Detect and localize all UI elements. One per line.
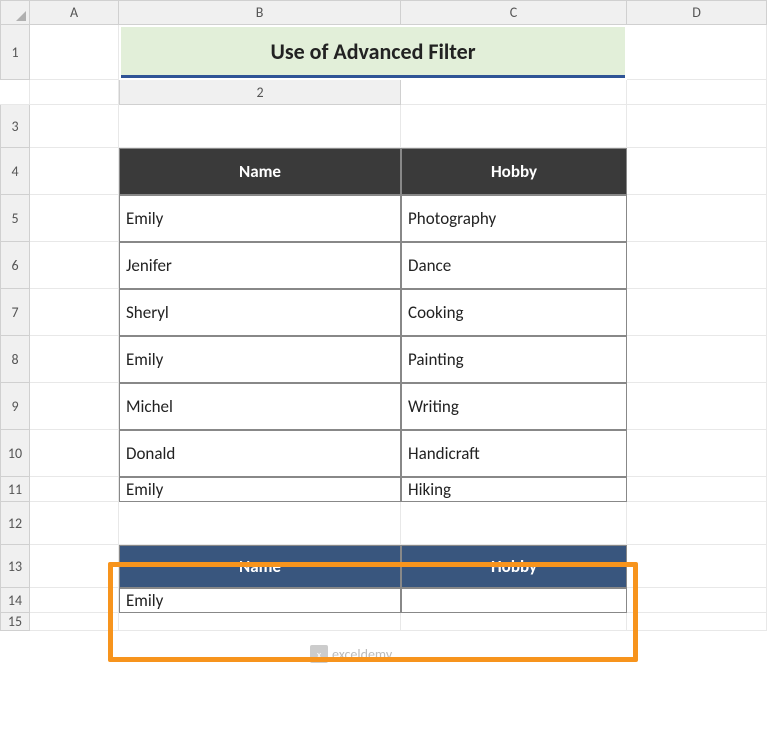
cell-D13[interactable] <box>627 545 767 588</box>
row-header-14[interactable]: 14 <box>0 588 30 613</box>
cell-C3[interactable] <box>401 105 627 148</box>
table-row[interactable]: Michel <box>119 383 401 430</box>
table-row[interactable]: Dance <box>401 242 627 289</box>
row-header-1[interactable]: 1 <box>0 25 30 80</box>
row-header-9[interactable]: 9 <box>0 383 30 430</box>
cell-A8[interactable] <box>30 336 119 383</box>
cell-C15[interactable] <box>401 613 627 631</box>
col-header-B[interactable]: B <box>119 0 401 25</box>
table-row[interactable]: Handicraft <box>401 430 627 477</box>
spreadsheet-grid: A B C D 1 2 Use of Advanced Filter 3 4 N… <box>0 0 767 631</box>
cell-D7[interactable] <box>627 289 767 336</box>
cell-D9[interactable] <box>627 383 767 430</box>
cell-D12[interactable] <box>627 502 767 545</box>
row-header-3[interactable]: 3 <box>0 105 30 148</box>
cell-A15[interactable] <box>30 613 119 631</box>
cell-D10[interactable] <box>627 430 767 477</box>
cell-A14[interactable] <box>30 588 119 613</box>
table-row[interactable]: Cooking <box>401 289 627 336</box>
cell-A4[interactable] <box>30 148 119 195</box>
row-header-12[interactable]: 12 <box>0 502 30 545</box>
table-row[interactable]: Hiking <box>401 477 627 502</box>
watermark-text: exceldemy <box>332 646 392 663</box>
cell-A1[interactable] <box>30 25 119 80</box>
cell-A12[interactable] <box>30 502 119 545</box>
row-header-15[interactable]: 15 <box>0 613 30 631</box>
cell-D14[interactable] <box>627 588 767 613</box>
cell-C1[interactable] <box>0 80 30 105</box>
cell-D3[interactable] <box>627 105 767 148</box>
row-header-6[interactable]: 6 <box>0 242 30 289</box>
filter-header-name[interactable]: Name <box>119 545 401 588</box>
cell-B15[interactable] <box>119 613 401 631</box>
table-row[interactable]: Emily <box>119 477 401 502</box>
table-row[interactable]: Jenifer <box>119 242 401 289</box>
table-row[interactable]: Writing <box>401 383 627 430</box>
cell-D5[interactable] <box>627 195 767 242</box>
row-header-11[interactable]: 11 <box>0 477 30 502</box>
cell-B12[interactable] <box>119 502 401 545</box>
cell-A3[interactable] <box>30 105 119 148</box>
row-header-13[interactable]: 13 <box>0 545 30 588</box>
main-header-name[interactable]: Name <box>119 148 401 195</box>
table-row[interactable]: Donald <box>119 430 401 477</box>
row-header-8[interactable]: 8 <box>0 336 30 383</box>
cell-A10[interactable] <box>30 430 119 477</box>
row-header-7[interactable]: 7 <box>0 289 30 336</box>
row-header-4[interactable]: 4 <box>0 148 30 195</box>
cell-B1[interactable] <box>627 25 767 80</box>
table-row[interactable]: Emily <box>119 195 401 242</box>
cell-A7[interactable] <box>30 289 119 336</box>
cell-B3[interactable] <box>119 105 401 148</box>
col-header-C[interactable]: C <box>401 0 627 25</box>
cell-D15[interactable] <box>627 613 767 631</box>
main-header-hobby[interactable]: Hobby <box>401 148 627 195</box>
cell-A13[interactable] <box>30 545 119 588</box>
row-header-10[interactable]: 10 <box>0 430 30 477</box>
col-header-A[interactable]: A <box>30 0 119 25</box>
cell-D6[interactable] <box>627 242 767 289</box>
table-row[interactable]: Emily <box>119 336 401 383</box>
logo-icon: x <box>310 645 328 663</box>
cell-D2[interactable] <box>627 80 767 105</box>
cell-D11[interactable] <box>627 477 767 502</box>
row-header-5[interactable]: 5 <box>0 195 30 242</box>
filter-row-hobby[interactable] <box>401 588 627 613</box>
cell-C12[interactable] <box>401 502 627 545</box>
cell-D4[interactable] <box>627 148 767 195</box>
filter-header-hobby[interactable]: Hobby <box>401 545 627 588</box>
cell-D8[interactable] <box>627 336 767 383</box>
table-row[interactable]: Photography <box>401 195 627 242</box>
select-all-corner[interactable] <box>0 0 30 25</box>
table-row[interactable]: Painting <box>401 336 627 383</box>
cell-D1[interactable] <box>30 80 119 105</box>
watermark: x exceldemy <box>310 645 392 663</box>
row-header-2[interactable]: 2 <box>119 80 401 105</box>
col-header-D[interactable]: D <box>627 0 767 25</box>
cell-A6[interactable] <box>30 242 119 289</box>
cell-A2[interactable] <box>401 80 627 105</box>
filter-row-name[interactable]: Emily <box>119 588 401 613</box>
page-title[interactable]: Use of Advanced Filter <box>121 27 625 78</box>
cell-A11[interactable] <box>30 477 119 502</box>
cell-A5[interactable] <box>30 195 119 242</box>
table-row[interactable]: Sheryl <box>119 289 401 336</box>
cell-A9[interactable] <box>30 383 119 430</box>
